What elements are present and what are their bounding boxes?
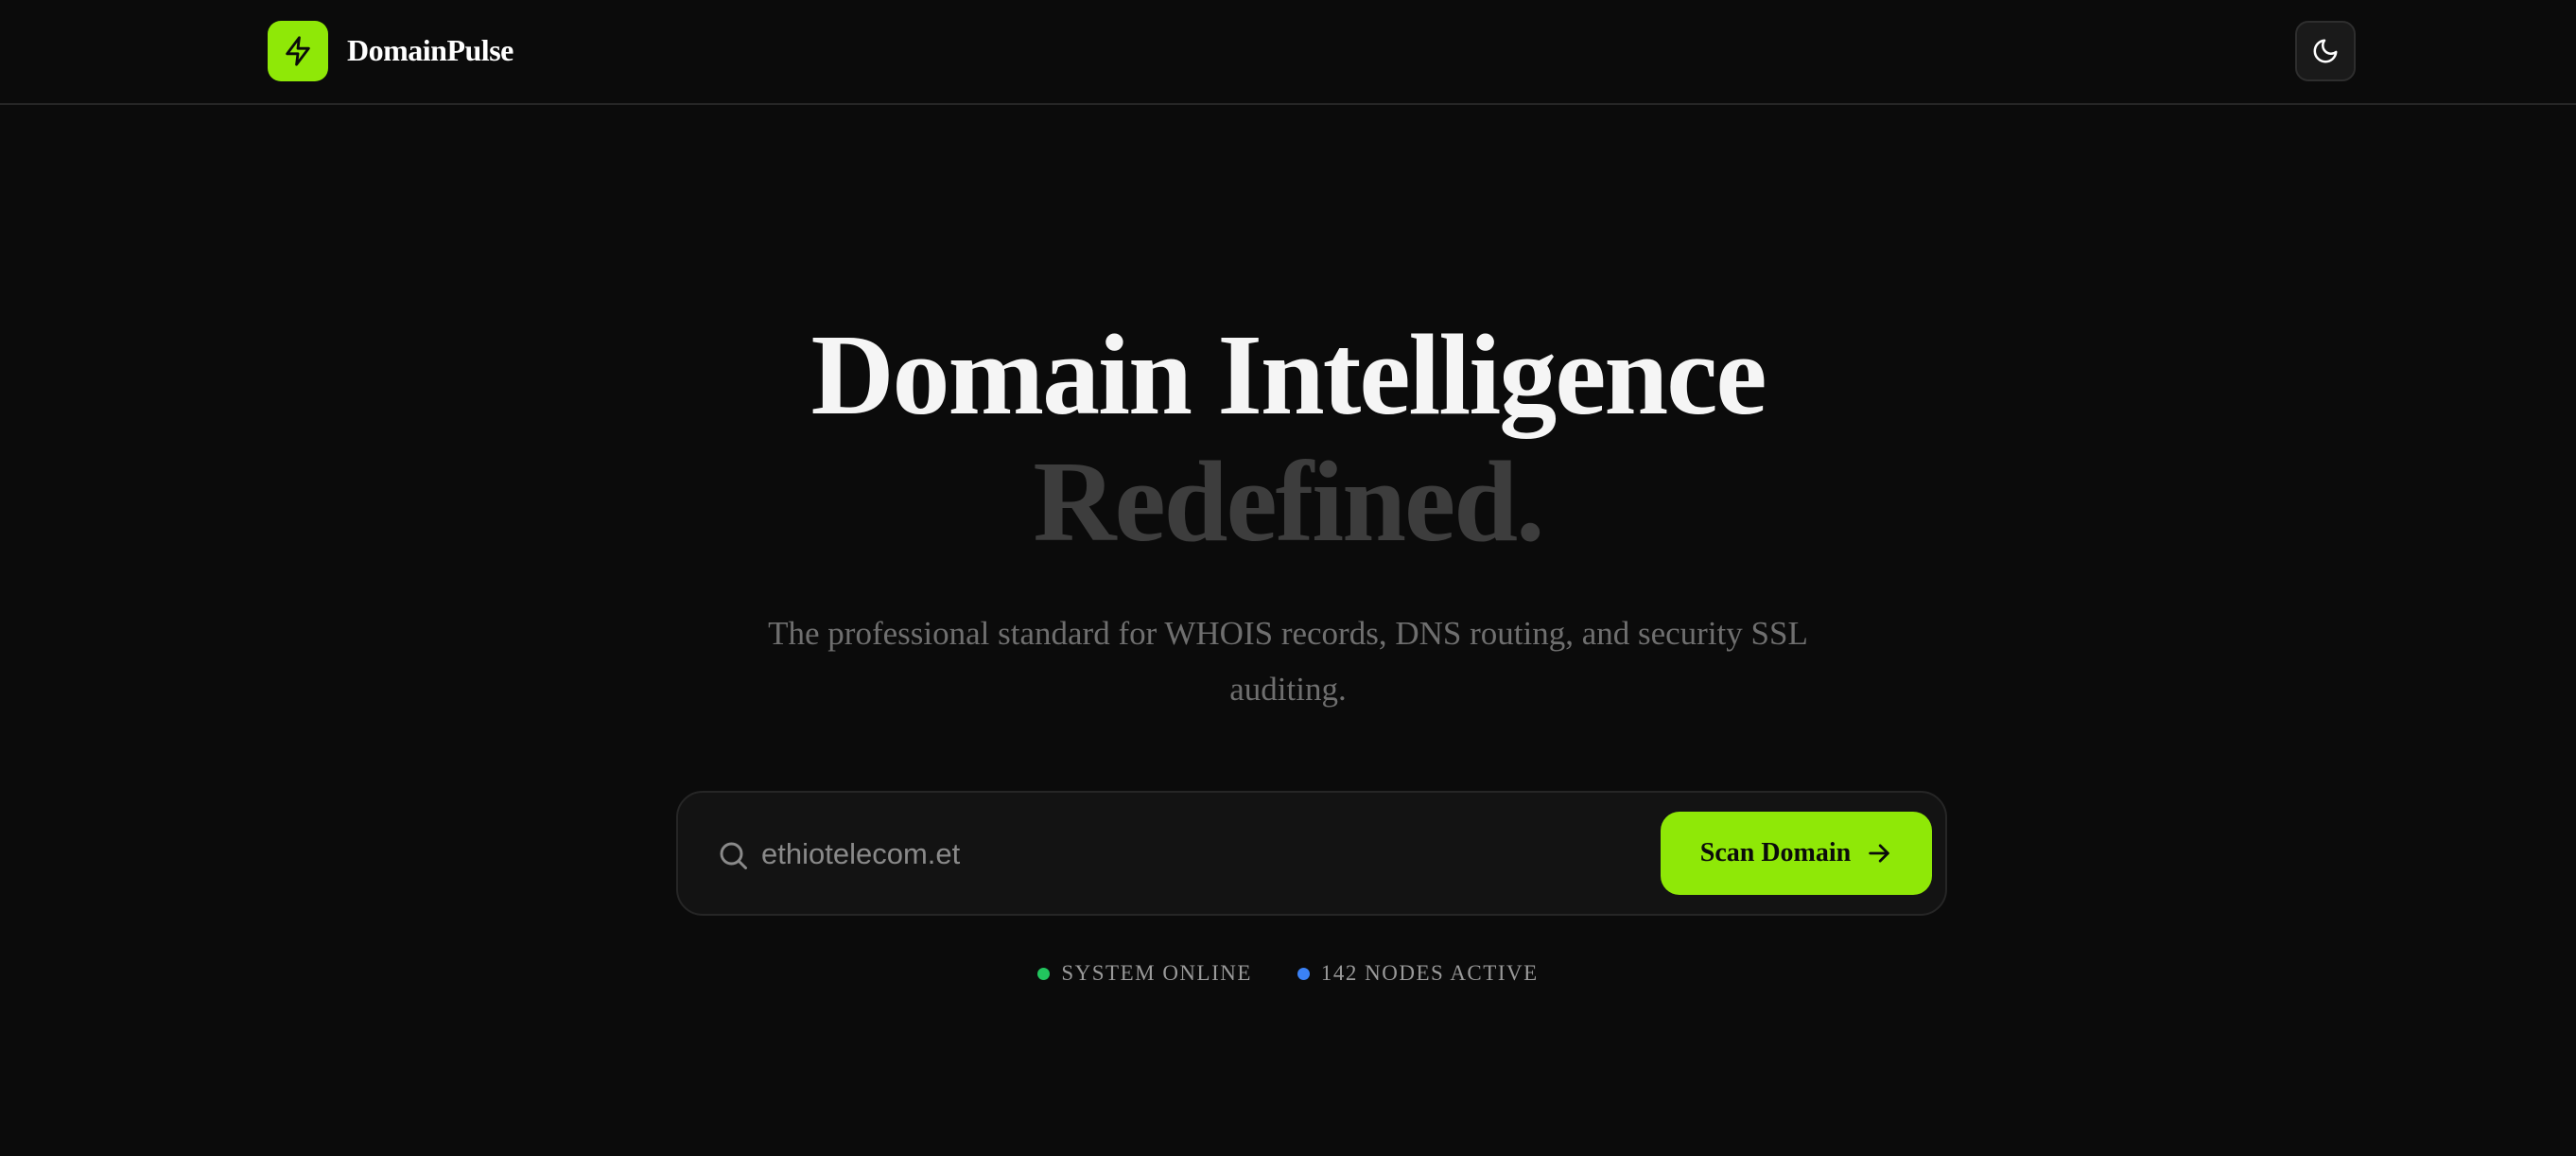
status-dot-blue (1297, 967, 1310, 980)
hero-title-line-2: Redefined. (1033, 438, 1544, 566)
hero-subtitle: The professional standard for WHOIS reco… (768, 615, 1808, 708)
domain-search-input[interactable] (759, 823, 1610, 885)
status-label: SYSTEM ONLINE (1061, 961, 1252, 985)
lightning-bolt-icon (286, 36, 310, 66)
arrow-right-icon (1869, 844, 1889, 863)
hero-title: Domain Intelligence Redefined. (0, 312, 2576, 566)
hero-title-line-1: Domain Intelligence (810, 311, 1767, 439)
status-label: 142 NODES ACTIVE (1320, 961, 1539, 985)
scan-domain-button[interactable]: Scan Domain (1661, 812, 1932, 895)
domain-search-bar: Scan Domain (676, 791, 1947, 916)
theme-toggle-button[interactable] (2295, 21, 2356, 81)
scan-domain-label: Scan Domain (1699, 838, 1852, 867)
status-system-online: SYSTEM ONLINE (1037, 961, 1252, 986)
moon-icon (2313, 39, 2338, 63)
top-nav: DomainPulse (0, 0, 2576, 105)
search-icon (720, 842, 747, 869)
status-nodes-active: 142 NODES ACTIVE (1297, 961, 1539, 986)
status-row: SYSTEM ONLINE 142 NODES ACTIVE (0, 961, 2576, 986)
status-dot-green (1037, 967, 1051, 980)
brand-name[interactable]: DomainPulse (347, 28, 513, 72)
logo-icon[interactable] (268, 21, 328, 81)
